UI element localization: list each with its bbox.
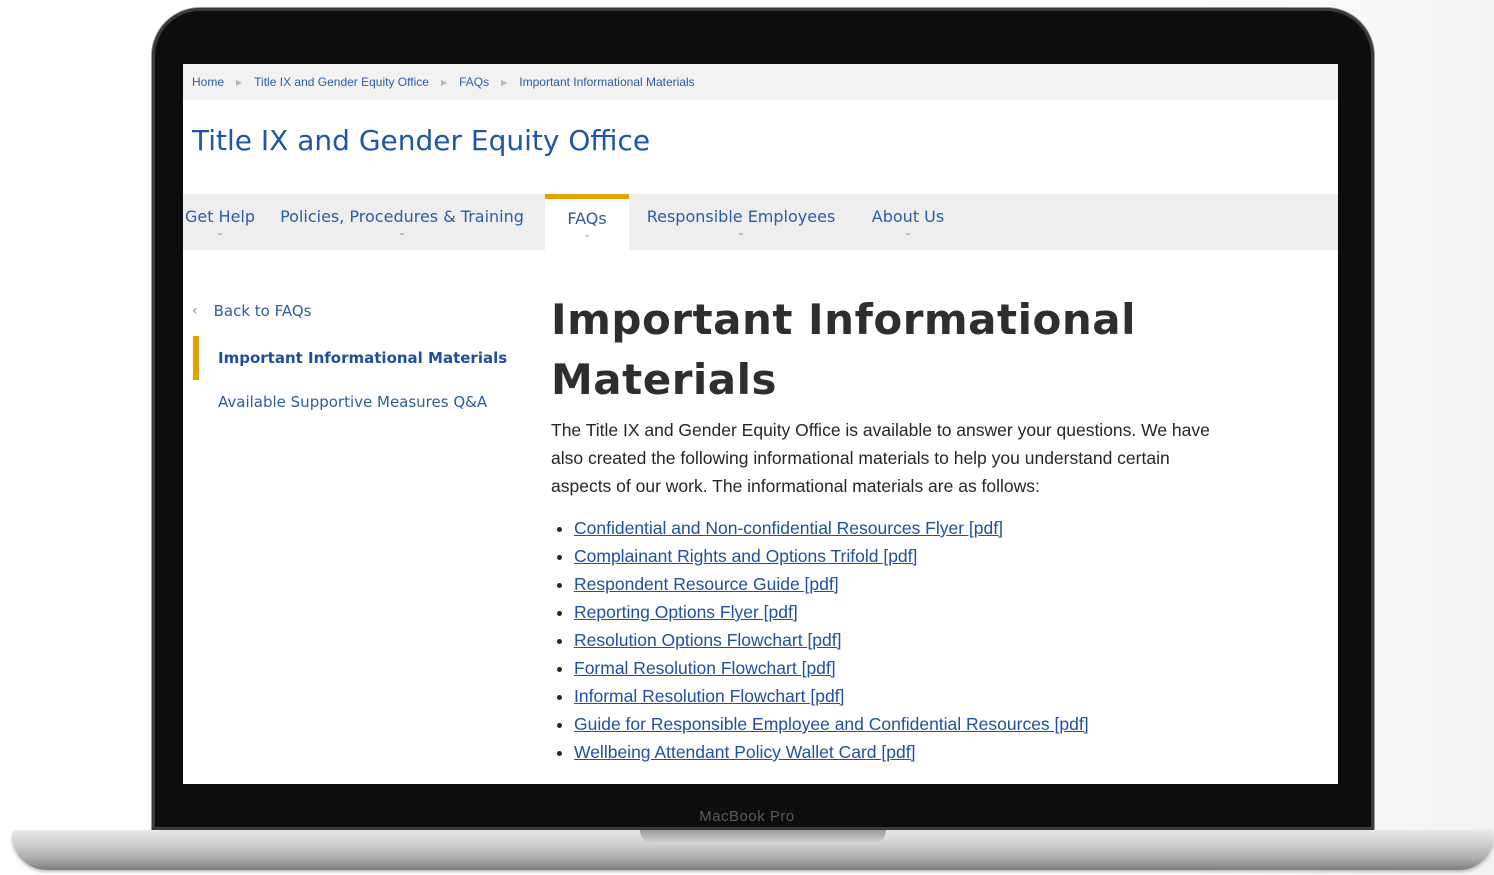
- list-item: Informal Resolution Flowchart [pdf]: [574, 682, 1231, 710]
- nav-item-responsible-employees[interactable]: Responsible Employees ⌄: [629, 194, 853, 250]
- list-item: Reporting Options Flyer [pdf]: [574, 598, 1231, 626]
- nav-item-about-us[interactable]: About Us ⌄: [853, 194, 963, 250]
- breadcrumb-current: Important Informational Materials: [519, 75, 695, 89]
- page-title-line-2: Materials: [551, 355, 778, 404]
- site-title[interactable]: Title IX and Gender Equity Office: [192, 124, 650, 157]
- nav-item-faqs[interactable]: FAQs ⌄: [545, 194, 629, 250]
- page-title-line-1: Important Informational: [551, 295, 1136, 344]
- materials-list: Confidential and Non-confidential Resour…: [551, 514, 1231, 766]
- nav-label: FAQs: [567, 209, 607, 228]
- materials-link-complainant-trifold[interactable]: Complainant Rights and Options Trifold […: [574, 546, 917, 566]
- list-item: Wellbeing Attendant Policy Wallet Card […: [574, 738, 1231, 766]
- breadcrumb-office[interactable]: Title IX and Gender Equity Office: [254, 75, 429, 89]
- materials-link-employee-guide[interactable]: Guide for Responsible Employee and Confi…: [574, 714, 1089, 734]
- chevron-down-icon: ⌄: [398, 227, 406, 238]
- list-item: Resolution Options Flowchart [pdf]: [574, 626, 1231, 654]
- sidebar: ‹ Back to FAQs Important Informational M…: [192, 294, 512, 424]
- list-item: Complainant Rights and Options Trifold […: [574, 542, 1231, 570]
- sidebar-item-label: Available Supportive Measures Q&A: [218, 393, 488, 411]
- chevron-down-icon: ⌄: [904, 227, 912, 238]
- breadcrumb-home[interactable]: Home: [192, 75, 224, 89]
- page-title: Important Informational Materials: [551, 290, 1231, 410]
- chevron-down-icon: ⌄: [583, 230, 591, 240]
- materials-link-wallet-card[interactable]: Wellbeing Attendant Policy Wallet Card […: [574, 742, 915, 762]
- materials-link-resolution-flowchart[interactable]: Resolution Options Flowchart [pdf]: [574, 630, 842, 650]
- breadcrumb-separator-icon: ▶: [236, 77, 243, 87]
- laptop-notch: [640, 830, 886, 844]
- main-nav: Get Help ⌄ Policies, Procedures & Traini…: [183, 194, 1338, 250]
- back-label: Back to FAQs: [213, 302, 312, 320]
- chevron-down-icon: ⌄: [737, 227, 745, 238]
- breadcrumb-separator-icon: ▶: [501, 77, 508, 87]
- nav-label: Get Help: [184, 206, 256, 226]
- nav-label: Policies, Procedures & Training: [280, 206, 524, 226]
- sidebar-item-important-materials[interactable]: Important Informational Materials: [192, 336, 512, 380]
- materials-link-formal-flowchart[interactable]: Formal Resolution Flowchart [pdf]: [574, 658, 836, 678]
- main-content: Important Informational Materials The Ti…: [551, 290, 1231, 766]
- list-item: Confidential and Non-confidential Resour…: [574, 514, 1231, 542]
- chevron-left-icon: ‹: [192, 303, 198, 319]
- list-item: Respondent Resource Guide [pdf]: [574, 570, 1231, 598]
- list-item: Formal Resolution Flowchart [pdf]: [574, 654, 1231, 682]
- breadcrumb-faqs[interactable]: FAQs: [459, 75, 489, 89]
- materials-link-respondent-guide[interactable]: Respondent Resource Guide [pdf]: [574, 574, 839, 594]
- intro-paragraph: The Title IX and Gender Equity Office is…: [551, 420, 1210, 496]
- device-label: MacBook Pro: [699, 808, 795, 825]
- materials-link-informal-flowchart[interactable]: Informal Resolution Flowchart [pdf]: [574, 686, 844, 706]
- chevron-down-icon: ⌄: [216, 227, 224, 238]
- sidebar-item-label: Important Informational Materials: [218, 349, 508, 367]
- nav-label: Responsible Employees: [646, 206, 836, 226]
- nav-item-policies[interactable]: Policies, Procedures & Training ⌄: [257, 194, 547, 250]
- back-to-faqs-link[interactable]: ‹ Back to FAQs: [192, 294, 512, 328]
- breadcrumb-separator-icon: ▶: [440, 77, 448, 87]
- nav-item-get-help[interactable]: Get Help ⌄: [183, 194, 257, 250]
- nav-label: About Us: [871, 206, 945, 226]
- materials-link-confidential-flyer[interactable]: Confidential and Non-confidential Resour…: [574, 518, 1003, 538]
- sidebar-item-supportive-measures[interactable]: Available Supportive Measures Q&A: [192, 380, 512, 424]
- list-item: Guide for Responsible Employee and Confi…: [574, 710, 1231, 738]
- breadcrumb: Home ▶ Title IX and Gender Equity Office…: [183, 64, 1338, 100]
- materials-link-reporting-flyer[interactable]: Reporting Options Flyer [pdf]: [574, 602, 798, 622]
- browser-screen: Home ▶ Title IX and Gender Equity Office…: [183, 64, 1338, 784]
